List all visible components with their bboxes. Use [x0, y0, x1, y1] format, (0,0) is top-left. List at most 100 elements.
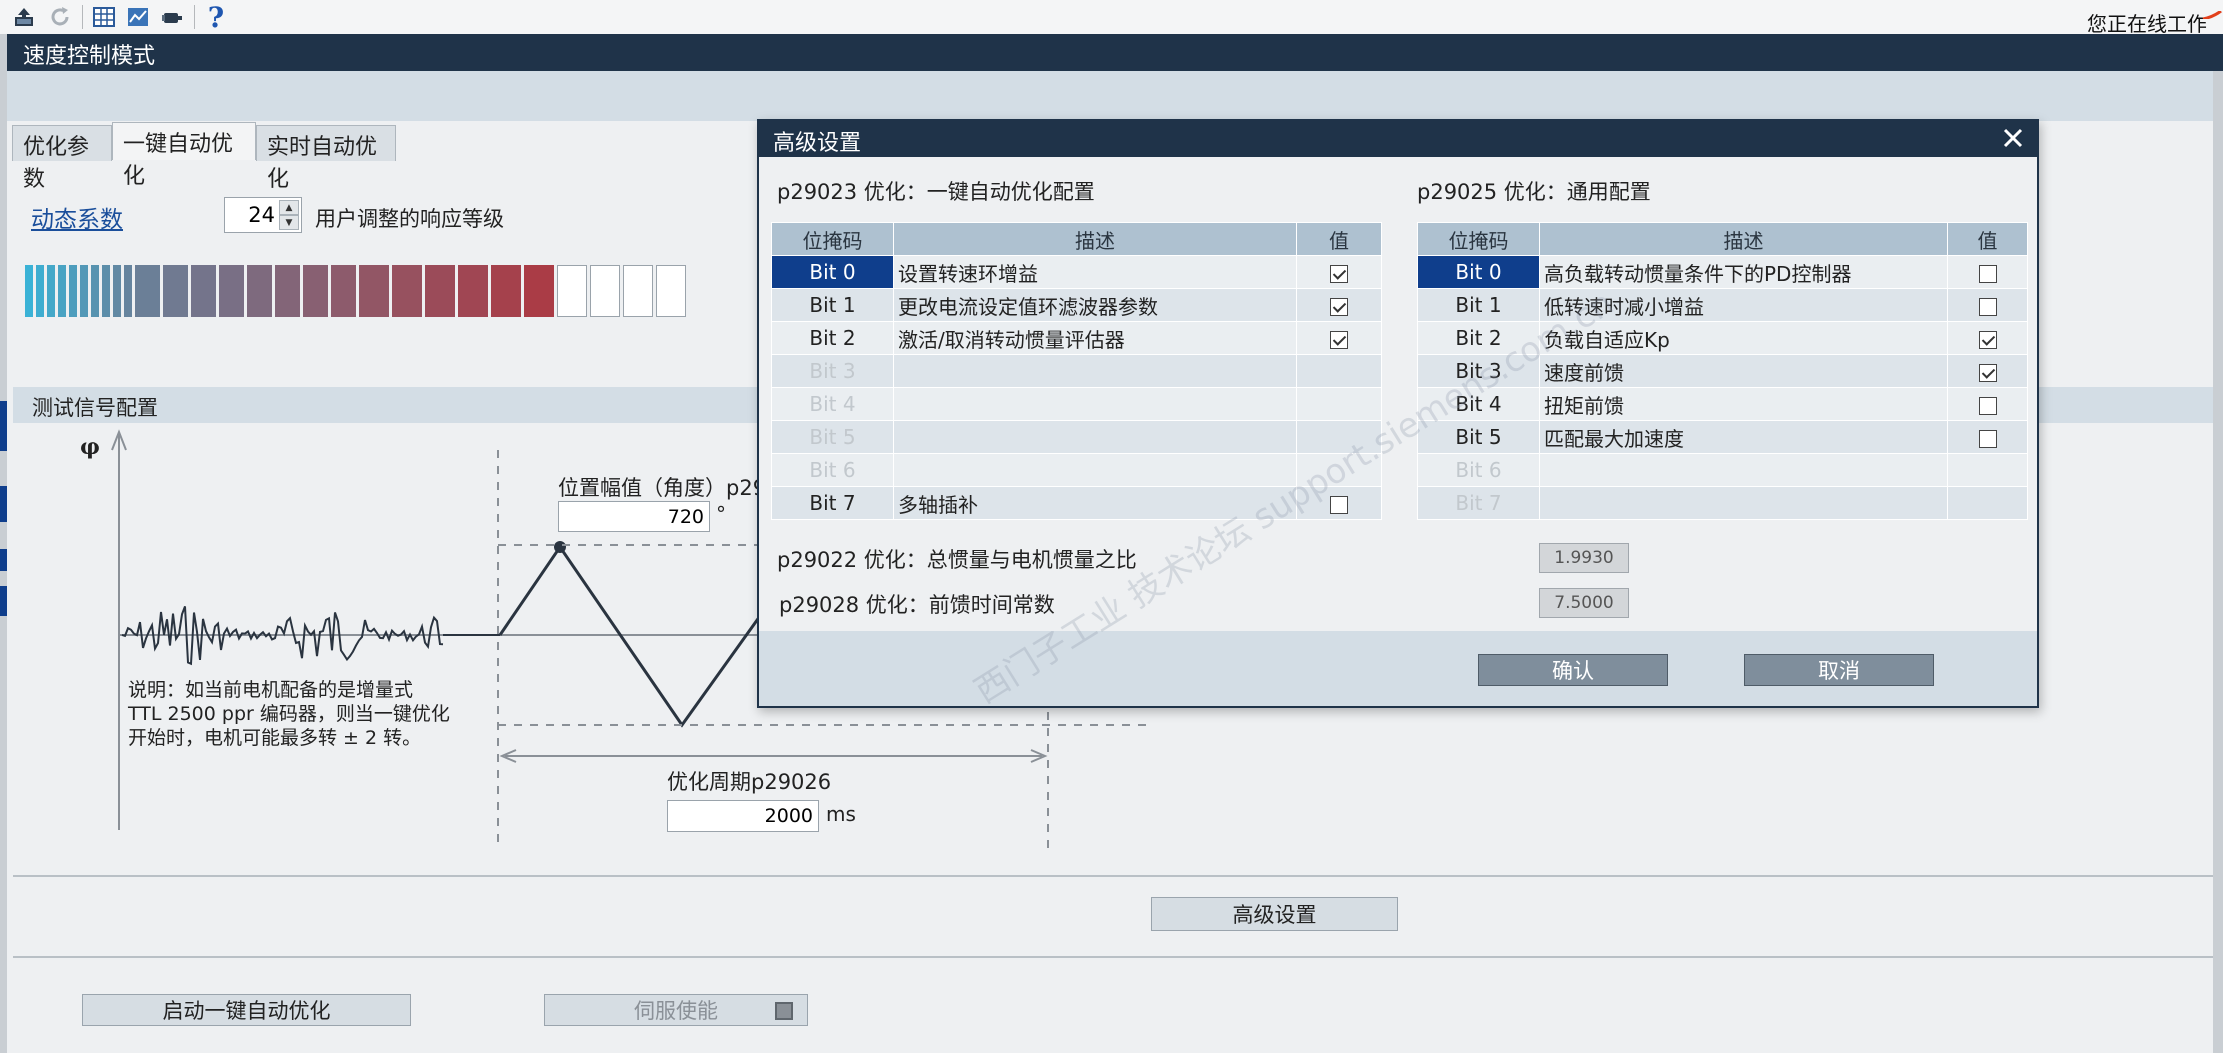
bit-description: 匹配最大加速度 [1539, 420, 1948, 454]
p29028-value: 7.5000 [1539, 588, 1629, 618]
period-input[interactable] [667, 800, 819, 832]
dialog-title: 高级设置 [759, 121, 2037, 157]
bit-checkbox[interactable] [1330, 297, 1348, 316]
column-header-val: 值 [1296, 222, 1382, 256]
table-row[interactable]: Bit 1 更改电流设定值环滤波器参数 [771, 288, 1382, 322]
bit-checkbox[interactable] [1978, 396, 1997, 415]
bit-value-cell [1947, 288, 2028, 322]
level-segment [163, 265, 188, 317]
bit-value-cell [1947, 420, 2028, 454]
start-tuning-button[interactable]: 启动一键自动优化 [82, 994, 411, 1026]
bit-description: 低转速时减小增益 [1539, 288, 1948, 322]
dynamic-factor-spinner[interactable]: ▲ ▼ [224, 197, 302, 233]
axis-phi-label: φ [80, 434, 100, 460]
level-segment [247, 265, 272, 317]
table-row[interactable]: Bit 7 [1417, 486, 2028, 520]
table-row[interactable]: Bit 0 设置转速环增益 [771, 255, 1382, 289]
help-icon[interactable]: ? [202, 1, 230, 34]
tab-one-button-tuning[interactable]: 一键自动优化 [112, 122, 256, 189]
spin-up-icon[interactable]: ▲ [279, 200, 299, 215]
level-segment [58, 265, 66, 317]
table-row[interactable]: Bit 2 激活/取消转动惯量评估器 [771, 321, 1382, 355]
bit-checkbox[interactable] [1330, 330, 1348, 349]
table-row[interactable]: Bit 1 低转速时减小增益 [1417, 288, 2028, 322]
advanced-settings-button[interactable]: 高级设置 [1151, 897, 1398, 931]
level-segment [656, 265, 686, 317]
table-row[interactable]: Bit 5 [771, 420, 1382, 454]
window-title: 速度控制模式 [7, 34, 2223, 71]
divider [13, 956, 2213, 958]
bit-checkbox[interactable] [1330, 264, 1348, 283]
response-level-bar [25, 265, 755, 317]
table-row[interactable]: Bit 7 多轴插补 [771, 486, 1382, 520]
bit-checkbox[interactable] [1978, 330, 1997, 349]
table-row[interactable]: Bit 4 [771, 387, 1382, 421]
left-bit-table: 位掩码 描述 值 Bit 0 设置转速环增益 Bit 1 更改电流设定值环滤波器参数 B… [771, 222, 1382, 520]
servo-status-icon [775, 1002, 793, 1020]
bit-value-cell [1296, 387, 1382, 421]
bit-checkbox[interactable] [1978, 363, 1997, 382]
bit-description [893, 387, 1297, 421]
level-segment [590, 265, 620, 317]
table-row[interactable]: Bit 5 匹配最大加速度 [1417, 420, 2028, 454]
cancel-button[interactable]: 取消 [1744, 654, 1934, 686]
bit-code: Bit 4 [1417, 387, 1540, 421]
header-band [7, 71, 2213, 121]
bit-code: Bit 3 [771, 354, 894, 388]
bit-code: Bit 0 [1417, 255, 1540, 289]
table-row[interactable]: Bit 3 [771, 354, 1382, 388]
period-unit: ms [826, 802, 856, 826]
column-header-desc: 描述 [1539, 222, 1948, 256]
table-icon[interactable] [90, 3, 118, 31]
table-row[interactable]: Bit 3 速度前馈 [1417, 354, 2028, 388]
tab-optimization-params[interactable]: 优化参数 [12, 125, 112, 192]
column-header-code: 位掩码 [1417, 222, 1540, 256]
amplitude-label: 位置幅值（角度）p29 [558, 476, 767, 500]
bit-value-cell [1296, 453, 1382, 487]
table-row[interactable]: Bit 6 [1417, 453, 2028, 487]
bit-checkbox[interactable] [1978, 264, 1997, 283]
table-row[interactable]: Bit 0 高负载转动惯量条件下的PD控制器 [1417, 255, 2028, 289]
chart-icon[interactable] [124, 3, 152, 31]
p29022-label: p29022 优化：总惯量与电机惯量之比 [777, 548, 1137, 572]
table-row[interactable]: Bit 6 [771, 453, 1382, 487]
level-segment [124, 265, 132, 317]
p29028-label: p29028 优化：前馈时间常数 [779, 593, 1055, 617]
level-segment [425, 265, 455, 317]
divider [13, 875, 2213, 877]
upload-icon[interactable] [10, 3, 38, 31]
level-segment [69, 265, 77, 317]
ok-button[interactable]: 确认 [1478, 654, 1668, 686]
spin-down-icon[interactable]: ▼ [279, 215, 299, 230]
bit-description: 多轴插补 [893, 486, 1297, 520]
bit-description: 激活/取消转动惯量评估器 [893, 321, 1297, 355]
bit-value-cell [1296, 354, 1382, 388]
level-segment [392, 265, 422, 317]
p29022-value: 1.9930 [1539, 543, 1629, 573]
bit-description: 设置转速环增益 [893, 255, 1297, 289]
bit-code: Bit 5 [1417, 420, 1540, 454]
level-segment [524, 265, 554, 317]
toolbar: ? 您正在线工作 [0, 0, 2223, 36]
tab-realtime-tuning[interactable]: 实时自动优化 [256, 125, 396, 192]
dynamic-factor-link[interactable]: 动态系数 [31, 200, 123, 234]
refresh-icon[interactable] [46, 3, 74, 31]
table-row[interactable]: Bit 4 扭矩前馈 [1417, 387, 2028, 421]
bit-description: 高负载转动惯量条件下的PD控制器 [1539, 255, 1948, 289]
level-segment [623, 265, 653, 317]
dynamic-factor-input[interactable] [229, 201, 275, 229]
close-icon[interactable] [1999, 124, 2027, 152]
bit-value-cell [1947, 453, 2028, 487]
bit-value-cell [1296, 486, 1382, 520]
bit-checkbox[interactable] [1978, 297, 1997, 316]
servo-enable-button[interactable]: 伺服使能 [544, 994, 808, 1026]
motor-icon[interactable] [158, 3, 186, 31]
bit-checkbox[interactable] [1978, 429, 1997, 448]
level-segment [25, 265, 33, 317]
level-segment [219, 265, 244, 317]
table-row[interactable]: Bit 2 负载自适应Kp [1417, 321, 2028, 355]
level-segment [47, 265, 55, 317]
amplitude-input[interactable] [558, 501, 710, 532]
bit-checkbox[interactable] [1330, 495, 1348, 514]
level-segment [80, 265, 88, 317]
